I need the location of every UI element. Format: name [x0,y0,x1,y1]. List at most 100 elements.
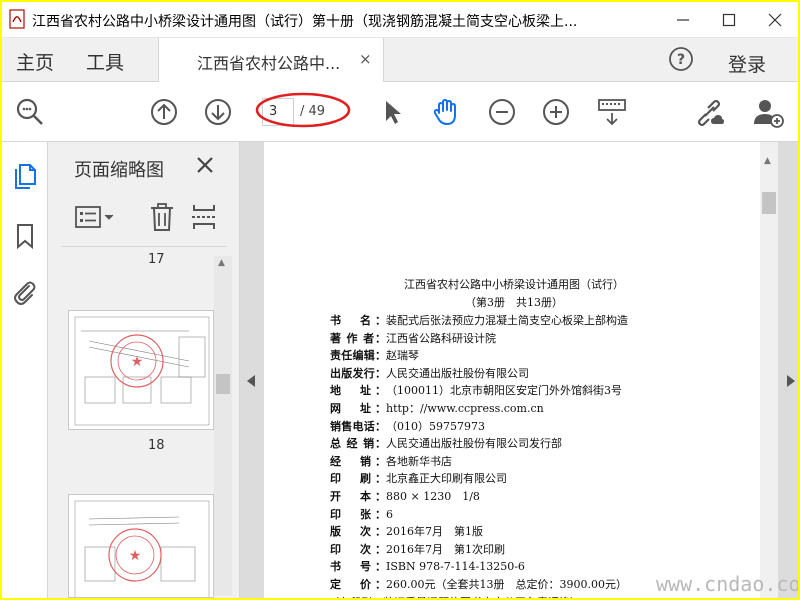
copyright-row: 开 本：880 × 1230 1/8 [330,488,480,506]
thumbnails-scrollbar[interactable]: ▲ [214,256,232,596]
document-page: 江西省农村公路中小桥梁设计通用图（试行） （第3册 共13册） 书 名：装配式后… [264,142,764,598]
copyright-row-label: 网 址： [330,402,386,415]
copyright-row: 书 号：ISBN 978-7-114-13250-6 [330,558,525,576]
copyright-row-label: 印 次： [330,542,386,556]
copyright-row: 印 张：6 [330,506,393,524]
copyright-row-value: 6 [386,507,393,521]
book-title-line1: 江西省农村公路中小桥梁设计通用图（试行） [404,278,624,291]
title-bar: 江西省农村公路中小桥梁设计通用图（试行）第十册（现浇钢筋混凝土简支空心板梁上..… [2,2,798,38]
zoom-out-button[interactable] [486,96,518,128]
collapse-left-panel-icon[interactable] [246,374,256,388]
share-link-button[interactable] [694,96,726,128]
toolbar [2,82,798,142]
scroll-up-arrow-icon[interactable]: ▲ [764,156,771,166]
document-tab-label: 江西省农村公路中... [197,54,341,73]
drawing-thumbnail: ★ [74,316,210,426]
paperclip-icon[interactable] [11,278,39,306]
copyright-row-label: 经 销： [330,454,386,468]
zoom-in-button[interactable] [540,96,572,128]
login-button[interactable]: 登录 [728,50,766,77]
thumbnail-page-18[interactable]: ★ [68,310,214,430]
trash-icon[interactable] [148,202,176,232]
thumbnails-panel: 页面缩略图 17 ★ 18 ★ ▲ [48,142,240,598]
minimize-button[interactable] [660,2,706,38]
copyright-row-value: 赵瑞琴 [386,349,419,363]
document-viewer: 江西省农村公路中小桥梁设计通用图（试行） （第3册 共13册） 书 名：装配式后… [240,142,798,598]
svg-text:★: ★ [131,354,144,370]
magnifier-zoom-icon [16,98,43,125]
app-window: 江西省农村公路中小桥梁设计通用图（试行）第十册（现浇钢筋混凝土简支空心板梁上..… [2,2,798,598]
copyright-row-value: 人民交通出版社股份有限公司 [386,366,529,380]
menu-bar: 主页 工具 江西省农村公路中... × ? 登录 [2,38,798,82]
arrow-up-circle-icon [151,99,177,125]
previous-page-button[interactable] [148,96,180,128]
help-icon[interactable]: ? [668,46,694,72]
copyright-row: 网 址：http：//www.ccpress.com.cn [330,400,544,418]
page-total-label: / 49 [300,104,326,119]
zoom-search-button[interactable] [14,96,46,128]
copyright-row: 版 次：2016年7月 第1版 [330,523,483,541]
add-user-icon [754,100,784,128]
copyright-row-value: 各地新华书店 [386,454,452,468]
copyright-row: 定 价：260.00元（全套共13册 总定价：3900.00元） [330,576,627,594]
copyright-row-value: 260.00元（全套共13册 总定价：3900.00元） [386,578,627,591]
add-user-button[interactable] [752,96,784,128]
window-title: 江西省农村公路中小桥梁设计通用图（试行）第十册（现浇钢筋混凝土简支空心板梁上..… [32,14,578,30]
maximize-icon [722,13,736,27]
keyboard-download-icon [598,99,626,126]
document-tab-close-button[interactable]: × [359,50,372,68]
close-window-button[interactable] [752,2,798,38]
minimize-icon [677,19,689,21]
copyright-row: 销售电话：（010）59757973 [330,418,485,436]
copyright-row: 印 次：2016年7月 第1次印刷 [330,541,505,559]
next-page-button[interactable] [202,96,234,128]
maximize-button[interactable] [706,2,752,38]
select-tool-button[interactable] [376,96,408,128]
thumbnails-scroll-thumb[interactable] [216,374,230,394]
copyright-row-value: 江西省公路科研设计院 [386,331,496,345]
copyright-row-value: （有印刷、装订质量问题的图书由本公司负责调换） [328,594,581,598]
close-panel-icon[interactable] [194,154,216,176]
document-scrollbar[interactable]: ▲ [760,142,778,598]
cursor-arrow-icon [386,101,401,124]
book-title-line2: （第3册 共13册） [465,296,563,309]
menu-home[interactable]: 主页 [16,48,54,75]
copyright-row-label: 开 本： [330,490,386,503]
copyright-row-label: 印 张： [330,507,386,521]
menu-tools[interactable]: 工具 [86,48,124,75]
copyright-row-value: 2016年7月 第1版 [386,525,483,539]
page-number-input[interactable]: 3 [262,98,294,126]
plus-circle-icon [543,99,569,125]
copyright-row-value: 2016年7月 第1次印刷 [386,542,505,556]
expand-right-panel-icon[interactable] [786,374,796,388]
scroll-up-arrow-icon[interactable]: ▲ [218,258,225,268]
copyright-row-label: 出版发行： [330,366,386,380]
document-scroll-thumb[interactable] [762,192,776,214]
thumbnail-page-number-18: 18 [148,438,165,453]
navigation-rail [2,142,48,598]
copyright-row: 出版发行：人民交通出版社股份有限公司 [330,365,529,383]
svg-text:★: ★ [129,548,142,564]
copyright-row-value: ISBN 978-7-114-13250-6 [386,560,525,574]
copyright-row-label: 责任编辑： [330,349,386,363]
copyright-row-label: 印 刷： [330,472,386,486]
minus-circle-icon [489,99,515,125]
site-watermark: www.cndao.com [656,572,798,596]
thumbnail-options-icon[interactable] [74,202,118,232]
extract-pages-icon[interactable] [190,202,218,232]
thumbnail-page-19[interactable]: ★ [68,494,214,598]
thumbnails-panel-title: 页面缩略图 [74,160,164,181]
document-tab[interactable]: 江西省农村公路中... × [158,38,384,82]
copyright-row: 印 刷：北京鑫正大印刷有限公司 [330,470,507,488]
copyright-row-label: 销售电话： [330,419,386,433]
page-display-button[interactable] [596,96,628,128]
page-thumbnails-icon[interactable] [11,162,39,190]
pdf-app-icon [9,9,25,29]
bookmark-icon[interactable] [11,222,39,250]
thumbnail-page-number-17: 17 [148,252,165,267]
hand-pan-icon [433,99,456,125]
copyright-row-value: （100011）北京市朝阳区安定门外外馆斜街3号 [386,384,622,398]
copyright-row-label: 定 价： [330,578,386,591]
arrow-down-circle-icon [205,99,231,125]
hand-tool-button[interactable] [430,96,462,128]
